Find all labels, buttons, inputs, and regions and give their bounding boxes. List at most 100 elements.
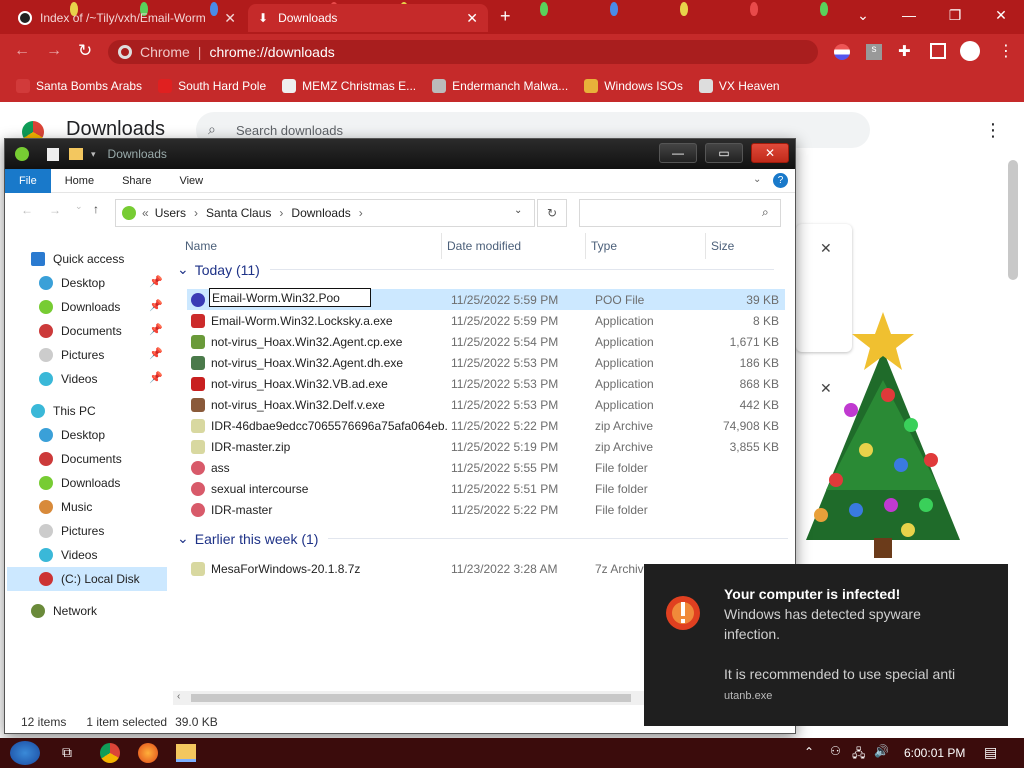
more-options-icon[interactable]: ⋮ (984, 120, 1002, 141)
minimize-button[interactable]: — (886, 0, 932, 30)
file-row[interactable]: ass 11/25/2022 5:55 PM File folder (187, 457, 785, 478)
warning-bomb-icon (666, 596, 700, 630)
column-name[interactable]: Name (185, 239, 217, 253)
scroll-left-icon[interactable]: ‹ (177, 691, 180, 702)
forward-icon[interactable]: → (46, 42, 62, 60)
start-button[interactable] (10, 741, 40, 765)
expand-ribbon-icon[interactable]: ⌄ (753, 174, 761, 185)
tab-file[interactable]: File (5, 168, 51, 193)
firefox-taskbar-icon[interactable] (138, 743, 158, 763)
column-date-modified[interactable]: Date modified (447, 239, 521, 253)
nav-quick-access[interactable]: Quick access (31, 247, 191, 271)
nav-network[interactable]: Network (31, 599, 191, 623)
tab-share[interactable]: Share (108, 169, 165, 193)
pin-icon[interactable]: 📌 (149, 299, 163, 312)
pin-icon[interactable]: 📌 (149, 275, 163, 288)
group-header[interactable]: ⌄ Today (11) (177, 261, 774, 278)
file-row[interactable]: Email-Worm.Win32.Locksky.a.exe 11/25/2022… (187, 310, 785, 331)
new-tab-button[interactable]: + (500, 6, 511, 27)
restore-button[interactable]: ❐ (932, 0, 978, 30)
people-icon[interactable]: ⚇ (830, 744, 841, 758)
file-row[interactable]: Email-Worm.Win32.Poo 11/25/2022 5:59 PM PO… (187, 288, 785, 310)
file-row[interactable]: IDR-master.zip 11/25/2022 5:19 PM zip Arch… (187, 436, 785, 457)
search-input[interactable]: ⌕ (579, 199, 781, 227)
file-row[interactable]: not-virus_Hoax.Win32.Agent.cp.exe 11/25/2… (187, 331, 785, 352)
file-date: 11/25/2022 5:53 PM (451, 376, 559, 391)
nav-local-disk[interactable]: (C:) Local Disk (7, 567, 167, 591)
pin-icon[interactable]: 📌 (149, 323, 163, 336)
bookmark-item[interactable]: VX Heaven (698, 79, 780, 93)
trophy-icon (584, 79, 599, 93)
collapse-icon[interactable]: ⌄ (177, 530, 189, 547)
menu-kebab-icon[interactable]: ⋮ (998, 41, 1014, 61)
file-row[interactable]: not-virus_Hoax.Win32.VB.ad.exe 11/25/2022… (187, 373, 785, 394)
breadcrumb-users[interactable]: Users (155, 206, 186, 220)
zip-icon (191, 418, 205, 433)
profile-avatar-icon[interactable] (960, 41, 980, 61)
network-tray-icon[interactable]: 🖧 (852, 744, 865, 765)
file-name: IDR-46dbae9edcc7065576696a75afa064eb... (211, 418, 447, 433)
column-size[interactable]: Size (711, 239, 734, 253)
tab-home[interactable]: Home (51, 169, 108, 193)
explorer-taskbar-icon[interactable] (176, 744, 196, 762)
pin-icon[interactable]: 📌 (149, 347, 163, 360)
show-hidden-icons[interactable]: ⌃ (804, 745, 814, 759)
address-dropdown-icon[interactable]: ⌄ (514, 205, 522, 216)
pin-icon[interactable]: 📌 (149, 371, 163, 384)
page-scrollbar[interactable] (1008, 160, 1018, 280)
bookmark-item[interactable]: South Hard Pole (158, 79, 266, 93)
extensions-puzzle-icon[interactable]: ✚ (898, 42, 911, 60)
bookmark-item[interactable]: Windows ISOs (584, 79, 683, 93)
task-view-icon[interactable]: ⧉ (62, 744, 72, 761)
close-tab-icon[interactable]: ✕ (466, 10, 478, 27)
tab-downloads[interactable]: ⬇ Downloads ✕ (248, 4, 488, 32)
qat-dropdown-icon[interactable]: ▾ (91, 149, 96, 160)
column-type[interactable]: Type (591, 239, 617, 253)
close-window-button[interactable]: ✕ (751, 143, 789, 163)
tab-view[interactable]: View (165, 169, 217, 193)
horizontal-scrollbar[interactable]: ‹ (173, 691, 649, 705)
file-row[interactable]: not-virus_Hoax.Win32.Agent.dh.exe 11/25/2… (187, 352, 785, 373)
omnibox[interactable]: Chrome | chrome://downloads (108, 40, 818, 64)
bookmark-item[interactable]: Santa Bombs Arabs (16, 79, 142, 93)
side-panel-icon[interactable] (930, 43, 946, 59)
maximize-button[interactable]: ▭ (705, 143, 743, 163)
breadcrumb-downloads[interactable]: Downloads (291, 206, 350, 220)
chrome-taskbar-icon[interactable] (100, 743, 120, 763)
minimize-button[interactable]: — (659, 143, 697, 163)
tab-index-of[interactable]: Index of /~Tily/vxh/Email-Worm ✕ (8, 4, 246, 32)
reload-icon[interactable]: ↻ (78, 41, 92, 61)
nav-this-pc[interactable]: This PC (31, 399, 191, 423)
close-window-button[interactable]: ✕ (978, 0, 1024, 30)
clock[interactable]: 6:00:01 PM (904, 746, 965, 760)
refresh-icon[interactable]: ↻ (537, 199, 567, 227)
address-bar[interactable]: « Users › Santa Claus › Downloads › ⌄ (115, 199, 535, 227)
recent-locations-icon[interactable]: ⌄ (75, 201, 83, 212)
new-folder-icon[interactable] (69, 148, 83, 160)
extension-flag-icon[interactable] (834, 44, 850, 60)
group-header[interactable]: ⌄ Earlier this week (1) (177, 530, 789, 547)
file-row[interactable]: IDR-46dbae9edcc7065576696a75afa064eb... 1… (187, 415, 785, 436)
tab-search-icon[interactable]: ⌄ (840, 0, 886, 30)
action-center-icon[interactable]: ▤ (984, 744, 997, 761)
bookmark-item[interactable]: Endermanch Malwa... (432, 79, 568, 93)
up-icon[interactable]: ↑ (93, 202, 99, 216)
file-size: 1,671 KB (729, 334, 779, 349)
forward-icon[interactable]: → (49, 203, 61, 217)
help-icon[interactable]: ? (773, 173, 788, 188)
collapse-icon[interactable]: ⌄ (177, 261, 189, 278)
file-row[interactable]: IDR-master 11/25/2022 5:22 PM File folder (187, 499, 785, 520)
file-row[interactable]: sexual intercourse 11/25/2022 5:51 PM File… (187, 478, 785, 499)
notification-toast[interactable]: Your computer is infected! Windows has d… (644, 564, 1008, 726)
back-icon[interactable]: ← (21, 203, 33, 217)
close-tab-icon[interactable]: ✕ (224, 10, 236, 27)
file-row[interactable]: not-virus_Hoax.Win32.Delf.v.exe 11/25/202… (187, 394, 785, 415)
back-icon[interactable]: ← (14, 42, 30, 60)
rename-input[interactable]: Email-Worm.Win32.Poo (209, 288, 371, 307)
breadcrumb-santa-claus[interactable]: Santa Claus (206, 206, 271, 220)
extension-s-icon[interactable]: s (866, 44, 882, 60)
bookmark-item[interactable]: MEMZ Christmas E... (282, 79, 416, 93)
volume-icon[interactable]: 🔊 (874, 744, 889, 758)
remove-download-icon[interactable]: ✕ (820, 240, 832, 257)
properties-icon[interactable] (47, 147, 59, 161)
